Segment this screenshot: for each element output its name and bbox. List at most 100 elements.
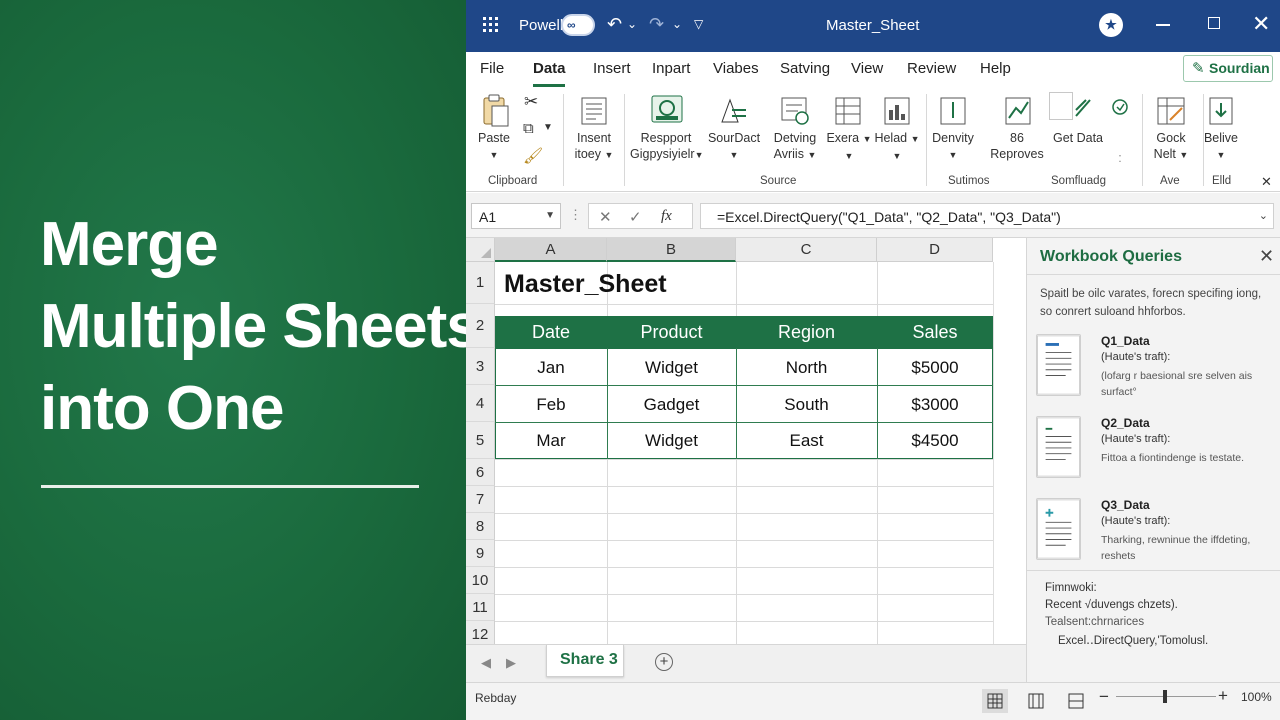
paste-button[interactable]: Paste ▼: [476, 130, 512, 163]
detving-icon[interactable]: [780, 96, 810, 126]
avatar[interactable]: ★: [1099, 13, 1123, 37]
tab-insert[interactable]: Insert: [593, 60, 631, 77]
drag-handle-icon[interactable]: ⋮: [569, 207, 582, 223]
row-header[interactable]: 2: [466, 304, 495, 348]
format-painter-icon[interactable]: 🖌: [523, 146, 543, 166]
redo-dropdown-icon[interactable]: ⌄: [672, 17, 682, 31]
page-break-icon[interactable]: [1063, 689, 1089, 713]
table-cell[interactable]: East: [736, 431, 877, 451]
row-header[interactable]: 1: [466, 262, 495, 304]
table-cell[interactable]: Widget: [607, 431, 736, 451]
query-card-q1[interactable]: Q1_Data (Haute's traft): (lofarg r baesi…: [1036, 334, 1264, 412]
gock-button[interactable]: Gock Nelt ▼: [1146, 130, 1196, 163]
row-header[interactable]: 7: [466, 486, 495, 513]
insert-function-icon[interactable]: fx: [661, 208, 672, 225]
share-button[interactable]: ✎ Sourdian: [1183, 55, 1273, 82]
table-cell[interactable]: Widget: [607, 358, 736, 378]
prev-sheet-icon[interactable]: ◀: [481, 655, 491, 671]
exera-icon[interactable]: [834, 96, 862, 126]
heiad-icon[interactable]: [883, 96, 911, 126]
add-sheet-icon[interactable]: +: [655, 653, 673, 671]
denvity-button[interactable]: Denvity ▼: [928, 130, 978, 163]
paste-icon[interactable]: [482, 94, 510, 128]
denvity-icon[interactable]: [939, 96, 967, 126]
row-header[interactable]: 10: [466, 567, 495, 594]
cancel-icon[interactable]: ✕: [599, 208, 612, 226]
zoom-out-icon[interactable]: −: [1099, 687, 1109, 707]
row-header[interactable]: 4: [466, 385, 495, 422]
name-box[interactable]: A1 ▼: [471, 203, 561, 229]
exera-button[interactable]: Exera ▼ ▼: [824, 130, 874, 164]
tab-view[interactable]: View: [851, 60, 883, 77]
query-card-q2[interactable]: Q2_Data (Haute's traft): Fittoa a fionti…: [1036, 416, 1264, 494]
row-header[interactable]: 3: [466, 348, 495, 385]
copy-icon[interactable]: ⧉: [523, 120, 534, 137]
confirm-icon[interactable]: ✓: [629, 208, 642, 226]
sourdact-icon[interactable]: [718, 96, 748, 126]
detving-button[interactable]: Detving Avriis ▼: [768, 130, 822, 163]
zoom-level[interactable]: 100%: [1241, 690, 1272, 704]
cut-icon[interactable]: ✂: [524, 92, 538, 112]
belive-icon[interactable]: [1208, 96, 1234, 126]
table-cell[interactable]: Feb: [495, 395, 607, 415]
undo-icon[interactable]: ↶: [607, 14, 622, 35]
refresh-icon[interactable]: [1111, 98, 1129, 116]
tab-viabes[interactable]: Viabes: [713, 60, 759, 77]
table-cell[interactable]: North: [736, 358, 877, 378]
respport-icon[interactable]: [650, 94, 684, 126]
formula-input[interactable]: =Excel.DirectQuery("Q1_Data", "Q2_Data",…: [700, 203, 1274, 229]
tab-inpart[interactable]: Inpart: [652, 60, 690, 77]
redo-icon[interactable]: ↷: [649, 14, 664, 35]
zoom-in-icon[interactable]: +: [1218, 686, 1228, 706]
chevron-down-icon[interactable]: ▼: [545, 210, 555, 221]
table-cell[interactable]: Jan: [495, 358, 607, 378]
column-header-a[interactable]: A: [495, 238, 607, 262]
row-header[interactable]: 6: [466, 459, 495, 486]
row-header[interactable]: 8: [466, 513, 495, 540]
app-launcher-icon[interactable]: [483, 17, 499, 33]
account-name[interactable]: Powell: [519, 17, 563, 34]
get-data-button[interactable]: Get Data: [1048, 130, 1108, 146]
respport-button[interactable]: Respport Gigpysiyielr▼: [630, 130, 704, 163]
reproves-button[interactable]: 86 Reproves: [982, 130, 1052, 162]
expand-formula-icon[interactable]: ⌄: [1259, 209, 1268, 222]
table-cell[interactable]: Mar: [495, 431, 607, 451]
next-sheet-icon[interactable]: ▶: [506, 655, 516, 671]
sourdact-button[interactable]: SourDact ▼: [702, 130, 766, 163]
tab-review[interactable]: Review: [907, 60, 956, 77]
normal-view-icon[interactable]: [982, 689, 1008, 713]
undo-dropdown-icon[interactable]: ⌄: [627, 17, 637, 31]
table-cell[interactable]: Gadget: [607, 395, 736, 415]
table-header-product[interactable]: Product: [607, 322, 736, 343]
insert-button[interactable]: Insent itoey ▼: [570, 130, 618, 163]
table-cell[interactable]: $3000: [877, 395, 993, 415]
table-cell[interactable]: $4500: [877, 431, 993, 451]
row-header[interactable]: 5: [466, 422, 495, 459]
vertical-scrollbar[interactable]: [993, 262, 1026, 648]
tab-data[interactable]: Data: [533, 60, 566, 77]
row-header[interactable]: 11: [466, 594, 495, 621]
select-all-button[interactable]: [466, 238, 495, 262]
table-header-sales[interactable]: Sales: [877, 322, 993, 343]
belive-button[interactable]: Belive ▼: [1198, 130, 1244, 163]
tab-help[interactable]: Help: [980, 60, 1011, 77]
insert-icon[interactable]: [580, 96, 608, 126]
row-header[interactable]: 9: [466, 540, 495, 567]
page-layout-icon[interactable]: [1023, 689, 1049, 713]
zoom-slider-thumb[interactable]: [1163, 690, 1167, 703]
collapse-ribbon-icon[interactable]: ✕: [1261, 174, 1272, 190]
tab-satving[interactable]: Satving: [780, 60, 830, 77]
sheet-tab-active[interactable]: Share 3: [546, 645, 624, 677]
close-window-icon[interactable]: ✕: [1252, 11, 1270, 37]
cell-a1-title[interactable]: Master_Sheet: [504, 270, 667, 299]
autosave-toggle[interactable]: ∞: [561, 14, 595, 36]
column-header-d[interactable]: D: [877, 238, 993, 262]
query-card-q3[interactable]: Q3_Data (Haute's traft): Tharking, rewni…: [1036, 498, 1264, 576]
customize-toolbar-icon[interactable]: ▽: [694, 17, 703, 31]
column-header-c[interactable]: C: [736, 238, 877, 262]
table-cell[interactable]: $5000: [877, 358, 993, 378]
heiad-button[interactable]: Helad ▼ ▼: [872, 130, 922, 164]
table-cell[interactable]: South: [736, 395, 877, 415]
table-header-date[interactable]: Date: [495, 322, 607, 343]
reproves-icon[interactable]: [1004, 96, 1032, 126]
